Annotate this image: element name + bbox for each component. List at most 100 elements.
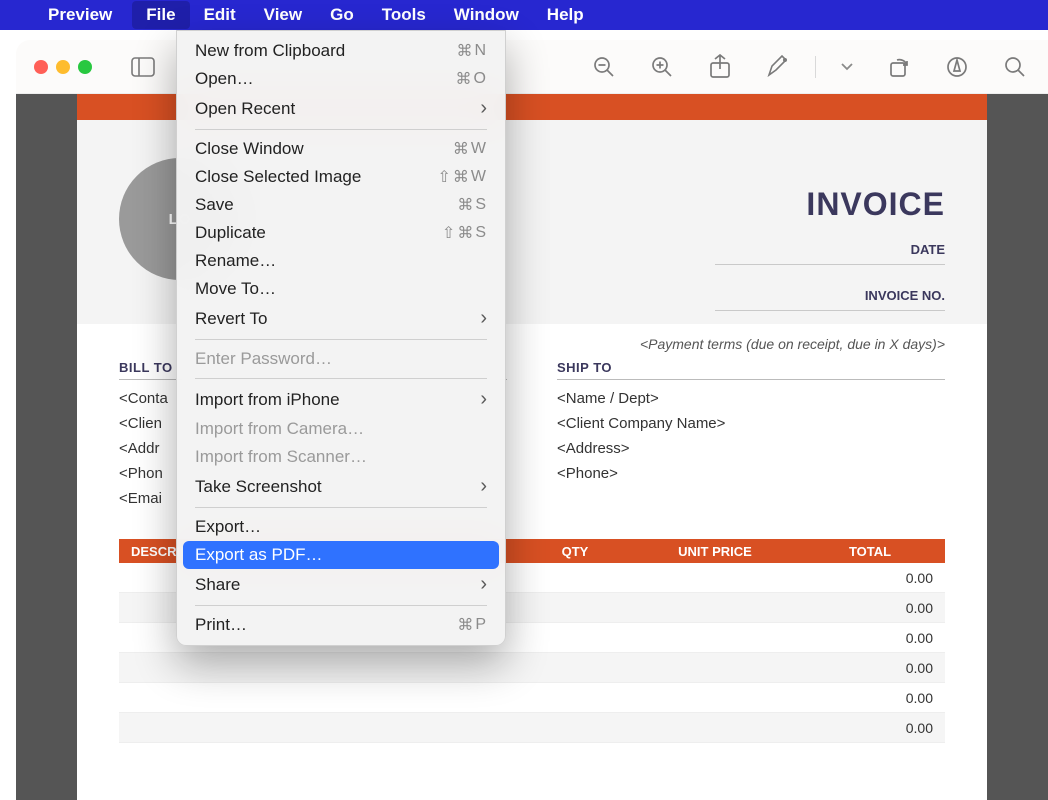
table-row: 0.00 [119, 653, 945, 683]
menu-item-label: Open… [195, 69, 456, 89]
menu-item-label: Import from Scanner… [195, 447, 487, 467]
preview-window: LO INVOICE DATE INVOICE NO. <Payment ter… [16, 40, 1048, 800]
menu-item-open[interactable]: Open…⌘O [183, 65, 499, 93]
ship-to-line: <Phone> [557, 465, 945, 482]
window-titlebar [16, 40, 1048, 94]
date-underline [715, 264, 945, 265]
menu-item-label: Close Window [195, 139, 453, 159]
menu-item-import-from-iphone[interactable]: Import from iPhone› [183, 384, 499, 415]
zoom-out-icon[interactable] [589, 54, 619, 80]
menubar-item-help[interactable]: Help [533, 1, 598, 29]
menu-item-move-to[interactable]: Move To… [183, 275, 499, 303]
menu-shortcut: ⌘O [456, 69, 487, 89]
chevron-down-icon[interactable] [838, 54, 856, 80]
row-total: 0.00 [795, 660, 945, 676]
submenu-chevron-icon: › [480, 97, 487, 120]
menu-item-label: Import from iPhone [195, 390, 480, 410]
inspect-icon[interactable] [942, 54, 972, 80]
sidebar-icon[interactable] [128, 54, 158, 80]
menu-shortcut: ⇧⌘W [437, 167, 487, 187]
ship-to-line: <Name / Dept> [557, 390, 945, 407]
menu-item-label: Close Selected Image [195, 167, 437, 187]
menu-item-label: Rename… [195, 251, 487, 271]
menu-item-export[interactable]: Export… [183, 513, 499, 541]
menu-item-take-screenshot[interactable]: Take Screenshot› [183, 471, 499, 502]
search-icon[interactable] [1000, 54, 1030, 80]
invoice-title: INVOICE [806, 186, 945, 223]
minimize-window-button[interactable] [56, 60, 70, 74]
menu-separator [195, 129, 487, 130]
menu-item-revert-to[interactable]: Revert To› [183, 303, 499, 334]
menu-item-label: Duplicate [195, 223, 442, 243]
menu-shortcut: ⌘P [457, 615, 487, 635]
row-total: 0.00 [795, 630, 945, 646]
row-total: 0.00 [795, 600, 945, 616]
menubar-item-file[interactable]: File [132, 1, 189, 29]
traffic-lights [34, 60, 92, 74]
menu-separator [195, 339, 487, 340]
menubar-item-window[interactable]: Window [440, 1, 533, 29]
menu-item-close-selected-image[interactable]: Close Selected Image⇧⌘W [183, 163, 499, 191]
row-total: 0.00 [795, 690, 945, 706]
menu-item-share[interactable]: Share› [183, 569, 499, 600]
macos-menubar: Preview FileEditViewGoToolsWindowHelp [0, 0, 1048, 30]
menubar-item-tools[interactable]: Tools [368, 1, 440, 29]
menu-item-export-as-pdf[interactable]: Export as PDF… [183, 541, 499, 569]
submenu-chevron-icon: › [480, 388, 487, 411]
toolbar-separator [815, 56, 816, 78]
menu-item-label: Save [195, 195, 457, 215]
submenu-chevron-icon: › [480, 307, 487, 330]
menu-item-save[interactable]: Save⌘S [183, 191, 499, 219]
rotate-icon[interactable] [884, 54, 914, 80]
invoice-number-label: INVOICE NO. [865, 288, 945, 303]
menu-item-import-from-camera: Import from Camera… [183, 415, 499, 443]
date-label: DATE [911, 242, 945, 257]
ship-to-line: <Client Company Name> [557, 415, 945, 432]
submenu-chevron-icon: › [480, 573, 487, 596]
menu-item-label: Open Recent [195, 99, 480, 119]
col-qty: QTY [515, 544, 635, 559]
menubar-item-edit[interactable]: Edit [190, 1, 250, 29]
menu-separator [195, 378, 487, 379]
row-total: 0.00 [795, 720, 945, 736]
table-row: 0.00 [119, 683, 945, 713]
menu-shortcut: ⌘N [456, 41, 487, 61]
menu-item-label: Export as PDF… [195, 545, 487, 565]
menu-item-enter-password: Enter Password… [183, 345, 499, 373]
markup-icon[interactable] [763, 54, 793, 80]
zoom-in-icon[interactable] [647, 54, 677, 80]
menu-item-label: Share [195, 575, 480, 595]
menu-shortcut: ⇧⌘S [442, 223, 487, 243]
close-window-button[interactable] [34, 60, 48, 74]
menu-item-label: Move To… [195, 279, 487, 299]
menu-item-new-from-clipboard[interactable]: New from Clipboard⌘N [183, 37, 499, 65]
share-icon[interactable] [705, 54, 735, 80]
menu-item-open-recent[interactable]: Open Recent› [183, 93, 499, 124]
fullscreen-window-button[interactable] [78, 60, 92, 74]
ship-to-line: <Address> [557, 440, 945, 457]
row-total: 0.00 [795, 570, 945, 586]
menu-item-duplicate[interactable]: Duplicate⇧⌘S [183, 219, 499, 247]
menu-shortcut: ⌘S [457, 195, 487, 215]
invoice-underline [715, 310, 945, 311]
menubar-item-view[interactable]: View [250, 1, 316, 29]
menu-item-label: Revert To [195, 309, 480, 329]
menu-item-label: Import from Camera… [195, 419, 487, 439]
menu-item-import-from-scanner: Import from Scanner… [183, 443, 499, 471]
menu-item-label: New from Clipboard [195, 41, 456, 61]
menu-item-label: Print… [195, 615, 457, 635]
menu-item-close-window[interactable]: Close Window⌘W [183, 135, 499, 163]
ship-to-heading: SHIP TO [557, 360, 945, 380]
menu-item-label: Enter Password… [195, 349, 487, 369]
menu-shortcut: ⌘W [453, 139, 487, 159]
col-total: TOTAL [795, 544, 945, 559]
file-menu-dropdown[interactable]: New from Clipboard⌘NOpen…⌘OOpen Recent›C… [176, 30, 506, 646]
col-unit-price: UNIT PRICE [635, 544, 795, 559]
document-viewport[interactable]: LO INVOICE DATE INVOICE NO. <Payment ter… [16, 94, 1048, 800]
menubar-app-name[interactable]: Preview [48, 5, 112, 25]
menu-separator [195, 605, 487, 606]
menubar-item-go[interactable]: Go [316, 1, 368, 29]
menu-item-print[interactable]: Print…⌘P [183, 611, 499, 639]
table-row: 0.00 [119, 713, 945, 743]
menu-item-rename[interactable]: Rename… [183, 247, 499, 275]
